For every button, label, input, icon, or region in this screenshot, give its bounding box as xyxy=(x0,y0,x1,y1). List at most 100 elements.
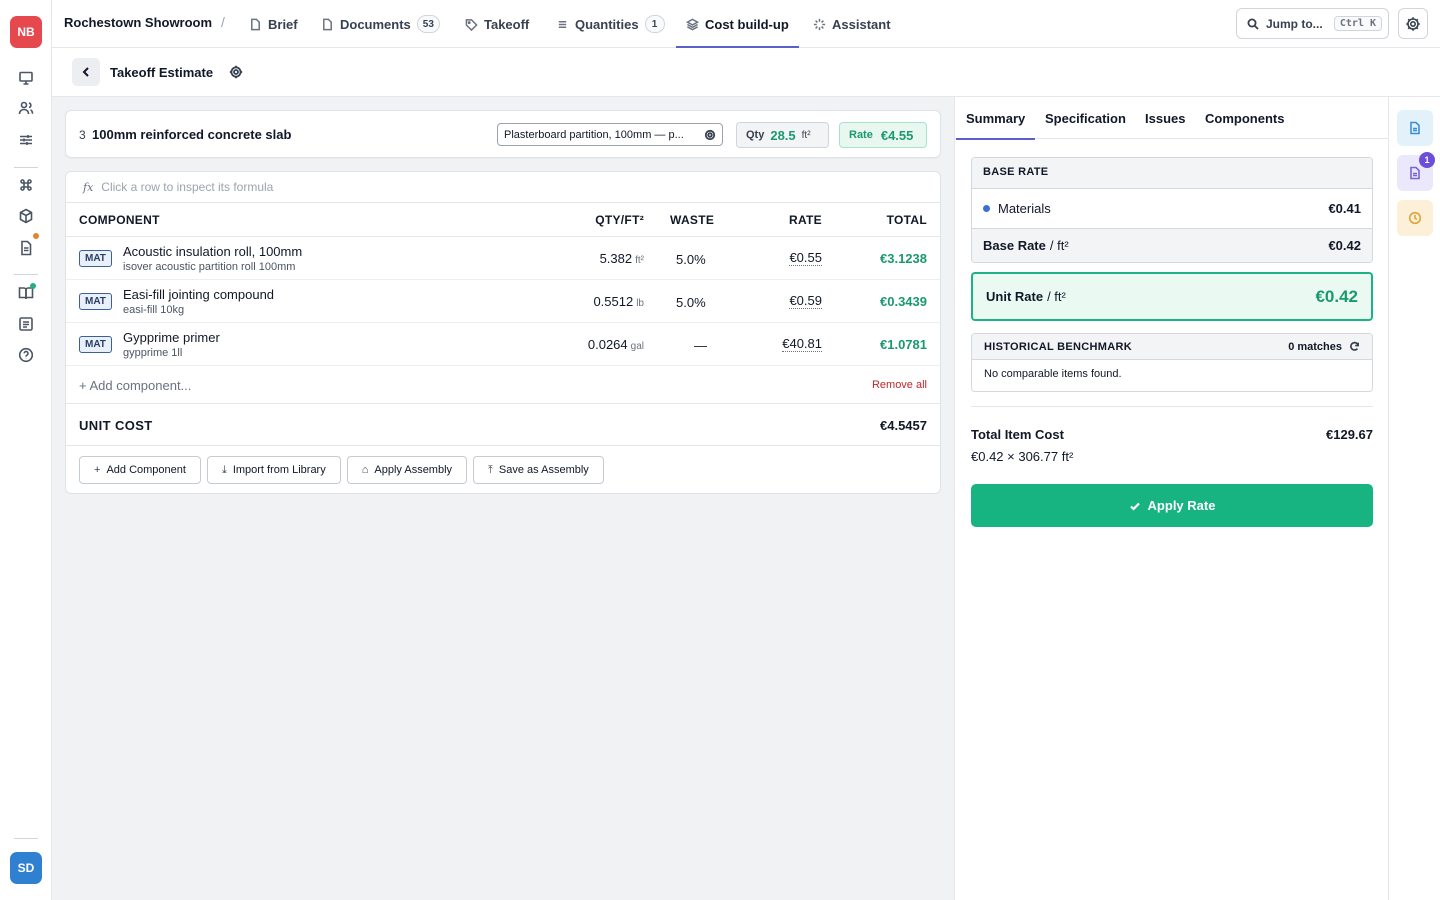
tab-quantities[interactable]: Quantities 1 xyxy=(556,0,665,48)
qty-unit: lb xyxy=(636,298,644,309)
history-panel-button[interactable] xyxy=(1397,200,1433,236)
sparkle-icon xyxy=(813,18,826,30)
historical-benchmark: HISTORICAL BENCHMARK 0 matches No compar… xyxy=(971,333,1373,392)
component-total: €0.3439 xyxy=(880,294,927,309)
component-rate[interactable]: €0.55 xyxy=(789,251,822,266)
notes-panel-button[interactable]: 1 xyxy=(1397,152,1435,191)
column-qty[interactable]: QTY/FT² xyxy=(595,213,644,227)
column-rate[interactable]: RATE xyxy=(789,213,822,227)
gear-icon xyxy=(704,129,716,140)
import-from-library-button[interactable]: ⤓ Import from Library xyxy=(206,456,341,484)
component-total: €3.1238 xyxy=(880,251,927,266)
estimate-settings-button[interactable] xyxy=(229,65,243,79)
jump-to-search[interactable]: Jump to... Ctrl K xyxy=(1236,8,1389,39)
presentation-icon[interactable] xyxy=(16,68,36,88)
document-panel-button[interactable] xyxy=(1397,110,1433,146)
total-item-cost: Total Item Cost €129.67 €0.42 × 306.77 f… xyxy=(971,427,1373,464)
component-qty[interactable]: 0.0264 gal xyxy=(588,337,644,352)
tab-issues[interactable]: Issues xyxy=(1145,111,1185,126)
help-icon[interactable] xyxy=(16,345,36,365)
component-rate[interactable]: €0.59 xyxy=(789,294,822,309)
button-label: Add Component xyxy=(106,464,186,476)
unit-cost-label: UNIT COST xyxy=(79,418,153,433)
tab-cost-build-up[interactable]: Cost build-up xyxy=(676,0,799,48)
cube-icon[interactable] xyxy=(16,206,36,226)
base-rate-table: BASE RATE Materials €0.41 Base Rate / ft… xyxy=(971,157,1373,263)
user-avatar[interactable]: SD xyxy=(10,852,42,884)
tab-label: Assistant xyxy=(832,16,891,32)
component-qty[interactable]: 5.382 ft² xyxy=(600,251,644,266)
materials-row: Materials €0.41 xyxy=(972,189,1372,229)
column-total[interactable]: TOTAL xyxy=(887,213,927,227)
save-as-assembly-button[interactable]: ⤒ Save as Assembly xyxy=(473,456,604,484)
project-name[interactable]: Rochestown Showroom xyxy=(64,15,212,30)
check-icon xyxy=(1129,502,1140,511)
remove-all-link[interactable]: Remove all xyxy=(872,379,927,391)
unit-rate-value: €0.42 xyxy=(1315,286,1358,306)
formula-bar[interactable]: fx Click a row to inspect its formula xyxy=(66,172,940,203)
component-waste[interactable]: 5.0% xyxy=(676,295,706,310)
search-icon xyxy=(1247,18,1259,30)
command-icon[interactable] xyxy=(16,175,36,195)
add-component-link[interactable]: + Add component... xyxy=(79,378,191,393)
plus-icon: + xyxy=(94,464,101,476)
tab-brief[interactable]: Brief xyxy=(249,0,298,48)
base-rate-header: BASE RATE xyxy=(972,158,1372,189)
top-navigation: Rochestown Showroom / Brief Documents 53… xyxy=(52,0,1440,48)
tab-specification[interactable]: Specification xyxy=(1045,111,1126,126)
tab-label: Cost build-up xyxy=(705,16,789,32)
assembly-icon: ⌂ xyxy=(361,464,369,476)
apply-assembly-button[interactable]: ⌂ Apply Assembly xyxy=(346,456,468,484)
quantity-field[interactable]: Qty 28.5 ft² xyxy=(736,122,829,148)
settings-button[interactable] xyxy=(1398,8,1428,39)
item-name: 100mm reinforced concrete slab xyxy=(92,127,292,142)
column-component[interactable]: COMPONENT xyxy=(79,213,160,227)
add-component-row: + Add component... Remove all xyxy=(66,366,940,404)
component-rate[interactable]: €40.81 xyxy=(782,337,822,352)
material-type-badge: MAT xyxy=(79,293,112,310)
base-rate-unit: / ft² xyxy=(1049,238,1069,253)
file-icon[interactable] xyxy=(16,238,36,258)
jump-label: Jump to... xyxy=(1266,16,1323,31)
component-qty[interactable]: 0.5512 lb xyxy=(593,294,644,309)
add-component-button[interactable]: + Add Component xyxy=(79,456,201,484)
page-title: Takeoff Estimate xyxy=(110,65,214,80)
apply-rate-button[interactable]: Apply Rate xyxy=(971,484,1373,527)
tab-components[interactable]: Components xyxy=(1205,111,1284,126)
component-code: easi-fill 10kg xyxy=(123,304,185,316)
specification-select[interactable]: Plasterboard partition, 100mm — p... xyxy=(497,123,723,146)
benchmark-matches: 0 matches xyxy=(1288,340,1342,353)
status-dot xyxy=(30,283,36,289)
sliders-icon[interactable] xyxy=(16,130,36,150)
benchmark-header: HISTORICAL BENCHMARK 0 matches xyxy=(972,334,1372,360)
qty-value: 0.5512 xyxy=(593,294,634,309)
base-rate-label: Base Rate xyxy=(983,238,1046,253)
table-row[interactable]: MAT Easi-fill jointing compound easi-fil… xyxy=(66,280,940,323)
table-row[interactable]: MAT Acoustic insulation roll, 100mm isov… xyxy=(66,237,940,280)
file-icon xyxy=(323,18,332,30)
refresh-icon[interactable] xyxy=(1349,341,1360,352)
back-button[interactable] xyxy=(72,58,100,86)
panel-tabs: Summary Specification Issues Components xyxy=(955,97,1388,140)
table-row[interactable]: MAT Gypprime primer gypprime 1ll 0.0264 g… xyxy=(66,323,940,366)
file-icon xyxy=(251,18,260,30)
specification-value: Plasterboard partition, 100mm — p... xyxy=(504,128,684,141)
total-item-cost-label: Total Item Cost xyxy=(971,427,1064,442)
tab-assistant[interactable]: Assistant xyxy=(813,0,891,48)
tab-documents[interactable]: Documents 53 xyxy=(321,0,440,48)
upload-icon: ⤒ xyxy=(488,463,493,476)
workspace-logo[interactable]: NB xyxy=(10,16,42,48)
tab-summary[interactable]: Summary xyxy=(955,111,1036,140)
component-name: Easi-fill jointing compound xyxy=(123,287,275,302)
list-icon[interactable] xyxy=(16,314,36,334)
component-total: €1.0781 xyxy=(880,337,927,352)
unit-cost-value: €4.5457 xyxy=(880,418,927,433)
tab-takeoff[interactable]: Takeoff xyxy=(465,0,529,48)
rate-field[interactable]: Rate €4.55 xyxy=(839,122,927,148)
component-waste[interactable]: 5.0% xyxy=(676,252,706,267)
rate-value: €4.55 xyxy=(880,127,914,143)
component-waste[interactable]: — xyxy=(694,338,707,353)
column-waste[interactable]: WASTE xyxy=(670,213,714,227)
users-icon[interactable] xyxy=(16,98,36,118)
unit-rate-box: Unit Rate / ft² €0.42 xyxy=(971,272,1373,321)
